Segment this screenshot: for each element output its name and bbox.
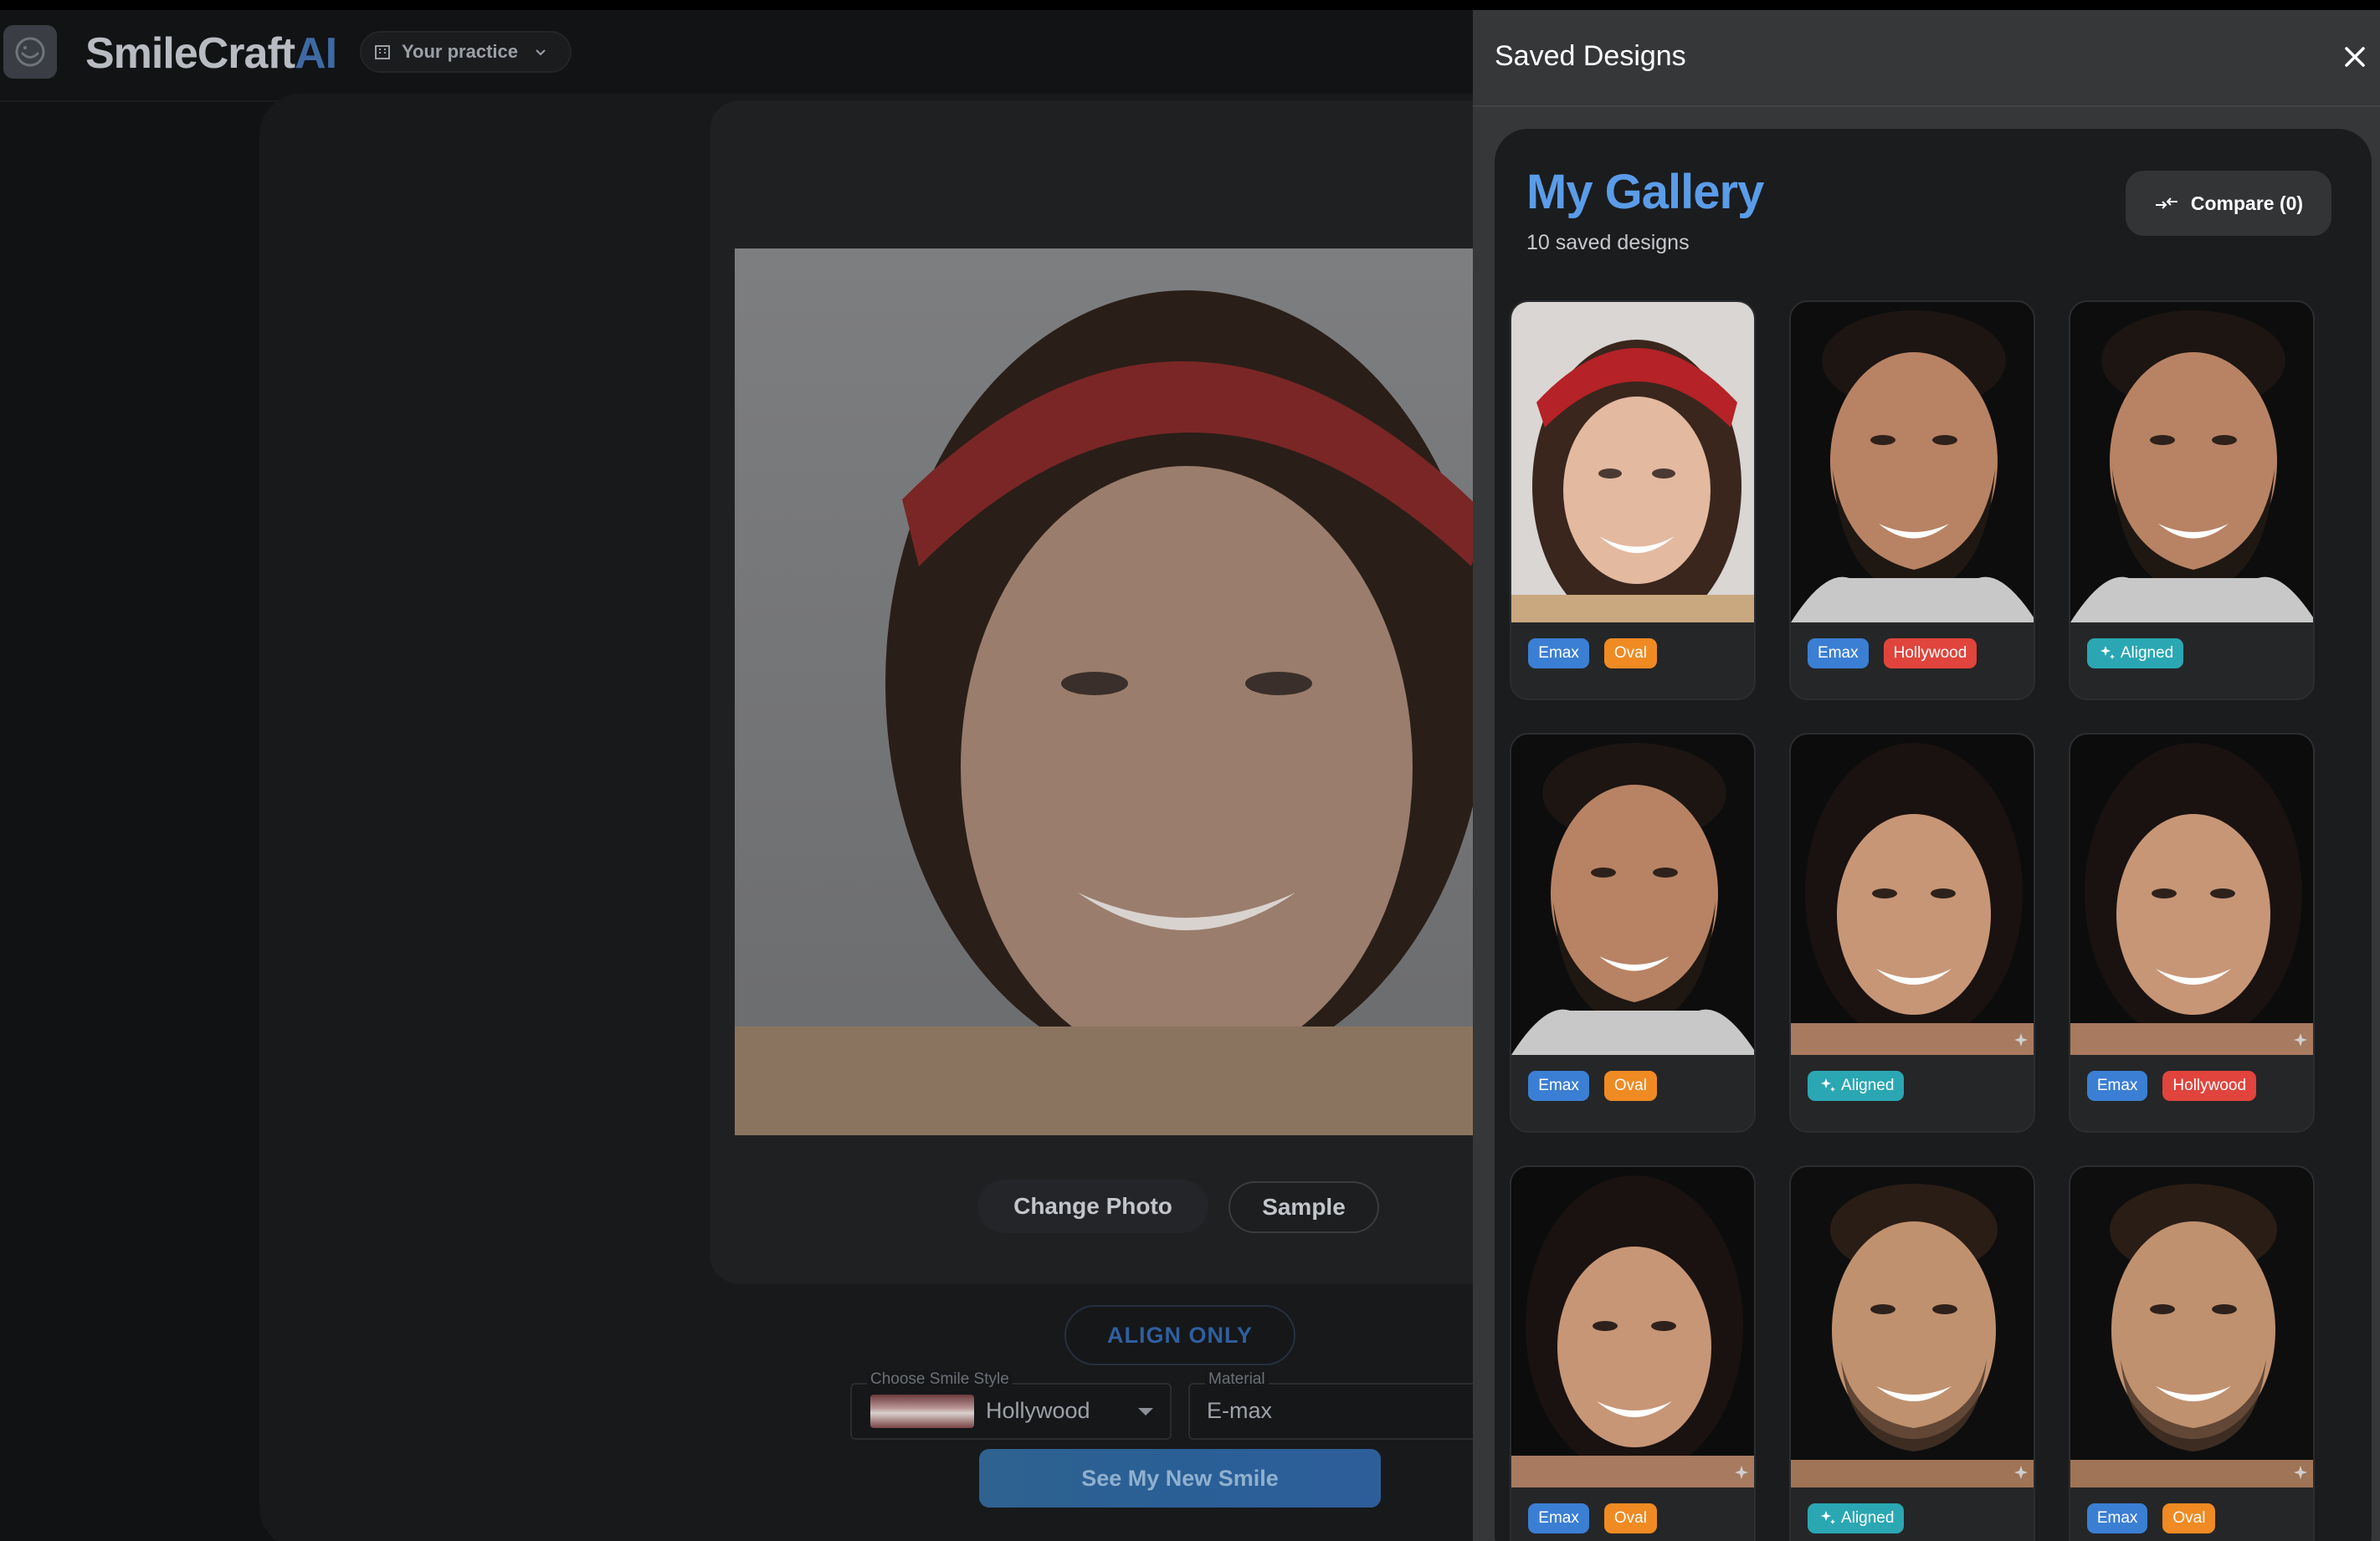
design-thumbnail — [1511, 302, 1755, 623]
chevron-down-icon — [536, 49, 546, 56]
tag-emax: Emax — [1528, 1503, 1589, 1534]
design-tags: Aligned — [1808, 1503, 1905, 1534]
patient-photo — [735, 248, 1572, 1135]
smile-style-thumbnail — [870, 1395, 974, 1428]
design-tags: Emax Oval — [1528, 638, 1657, 669]
sparkle-icon — [1821, 1078, 1836, 1093]
gallery-panel: My Gallery 10 saved designs Compare (0) … — [1495, 129, 2372, 1541]
sample-button[interactable]: Sample — [1228, 1181, 1379, 1233]
close-icon — [2345, 47, 2365, 67]
sparkle-icon — [2013, 1032, 2029, 1047]
saved-designs-count: 10 saved designs — [1526, 231, 1690, 254]
tag-label: Emax — [1538, 1077, 1579, 1095]
design-tags: Aligned — [1808, 1071, 1905, 1102]
design-card[interactable]: Aligned — [1789, 733, 2036, 1134]
design-tags: Emax Oval — [1528, 1503, 1657, 1534]
tag-label: Emax — [1538, 644, 1579, 663]
see-my-new-smile-button[interactable]: See My New Smile — [979, 1449, 1381, 1508]
tag-hollywood: Hollywood — [2162, 1071, 2257, 1102]
compare-button[interactable]: Compare (0) — [2126, 171, 2331, 236]
tag-label: Oval — [2172, 1509, 2206, 1528]
building-icon — [375, 45, 390, 59]
tag-label: Emax — [2096, 1509, 2138, 1528]
sparkle-icon — [2100, 646, 2115, 660]
design-tags: Aligned — [2086, 638, 2184, 669]
design-thumbnail — [2070, 1167, 2313, 1488]
design-card[interactable]: Emax Hollywood — [1789, 300, 2036, 701]
sparkle-icon — [1821, 1511, 1836, 1525]
material-label: Material — [1205, 1370, 1269, 1389]
design-card[interactable]: Emax Oval — [1510, 733, 1757, 1134]
sparkle-icon — [2293, 1032, 2308, 1047]
sparkle-icon — [2013, 1465, 2029, 1480]
drawer-title: Saved Designs — [1495, 40, 1686, 72]
tag-aligned: Aligned — [1808, 1071, 1905, 1102]
tag-label: Oval — [1613, 1077, 1647, 1095]
design-tags: Emax Oval — [1528, 1071, 1657, 1102]
tag-oval: Oval — [1603, 1503, 1657, 1534]
design-card[interactable]: Emax Oval — [1510, 1165, 1757, 1541]
tag-label: Emax — [1818, 644, 1859, 663]
tag-aligned: Aligned — [1808, 1503, 1905, 1534]
material-value: E-max — [1207, 1398, 1273, 1423]
app-logo-icon[interactable] — [3, 25, 57, 79]
design-card[interactable]: Emax Oval — [2068, 1165, 2315, 1541]
saved-designs-drawer: Saved Designs My Gallery 10 saved design… — [1473, 10, 2380, 1541]
align-only-button[interactable]: ALIGN ONLY — [1064, 1305, 1295, 1365]
tag-aligned: Aligned — [2086, 638, 2184, 669]
design-thumbnail — [1791, 735, 2034, 1056]
practice-selector[interactable]: Your practice — [360, 31, 572, 73]
smile-style-select[interactable]: Choose Smile Style Hollywood — [850, 1370, 1172, 1440]
tag-label: Hollywood — [1893, 644, 1967, 663]
brand-name: SmileCraftAI — [85, 29, 337, 78]
design-thumbnail — [1791, 1167, 2034, 1488]
smile-style-label: Choose Smile Style — [867, 1370, 1013, 1389]
design-card[interactable]: Aligned — [2068, 300, 2315, 701]
design-thumbnail — [2070, 735, 2313, 1056]
close-drawer-button[interactable] — [2338, 40, 2372, 74]
tag-label: Aligned — [2120, 644, 2174, 663]
smile-logo-icon — [15, 37, 45, 67]
dropdown-caret-icon — [1138, 1408, 1153, 1416]
tag-emax: Emax — [2086, 1071, 2148, 1102]
smile-style-value: Hollywood — [986, 1398, 1090, 1423]
tag-label: Oval — [1613, 1509, 1647, 1528]
tag-emax: Emax — [1528, 638, 1589, 669]
design-card[interactable]: Emax Hollywood — [2068, 733, 2315, 1134]
compare-arrows-icon — [2155, 197, 2177, 209]
design-tags: Emax Hollywood — [2086, 1071, 2257, 1102]
design-tags: Emax Oval — [2086, 1503, 2216, 1534]
gallery-title: My Gallery — [1526, 165, 1764, 219]
tag-emax: Emax — [2086, 1503, 2148, 1534]
tag-label: Oval — [1613, 644, 1647, 663]
design-card[interactable]: Aligned — [1789, 1165, 2036, 1541]
tag-hollywood: Hollywood — [1883, 638, 1977, 669]
practice-selector-label: Your practice — [402, 41, 518, 62]
design-card[interactable]: Emax Oval — [1510, 300, 1757, 701]
tag-emax: Emax — [1808, 638, 1869, 669]
sparkle-icon — [1734, 1465, 1749, 1480]
design-thumbnail — [1511, 1167, 1755, 1488]
tag-oval: Oval — [1603, 1071, 1657, 1102]
sparkle-icon — [2293, 1465, 2308, 1480]
drawer-header: Saved Designs — [1473, 10, 2380, 107]
tag-label: Aligned — [1841, 1077, 1895, 1095]
design-thumbnail — [1791, 302, 2034, 623]
tag-oval: Oval — [2162, 1503, 2216, 1534]
design-tags: Emax Hollywood — [1808, 638, 1977, 669]
design-thumbnail — [2070, 302, 2313, 623]
compare-button-label: Compare (0) — [2190, 192, 2304, 214]
tag-label: Aligned — [1841, 1509, 1895, 1528]
change-photo-button[interactable]: Change Photo — [977, 1180, 1208, 1233]
tag-oval: Oval — [1603, 638, 1657, 669]
tag-label: Hollywood — [2172, 1077, 2247, 1095]
design-thumbnail — [1511, 735, 1755, 1056]
tag-label: Emax — [1538, 1509, 1579, 1528]
tag-label: Emax — [2096, 1077, 2138, 1095]
tag-emax: Emax — [1528, 1071, 1589, 1102]
